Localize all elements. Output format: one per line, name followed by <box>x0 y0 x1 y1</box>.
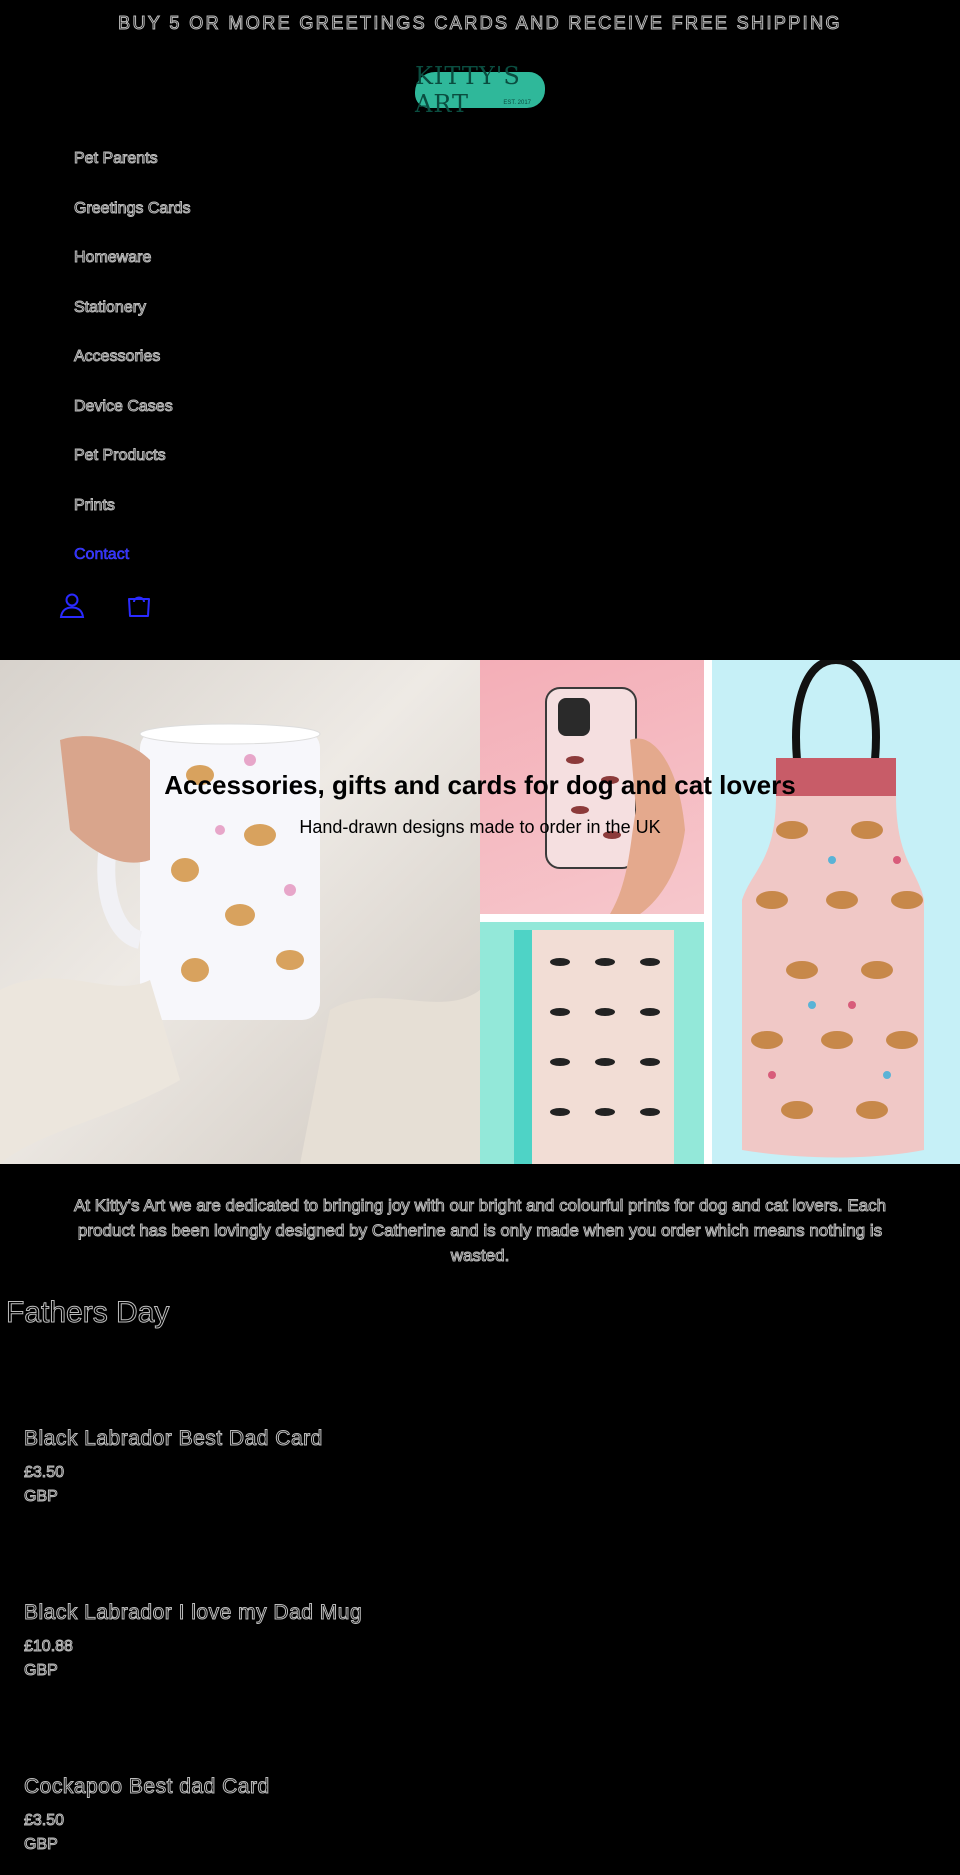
product-card[interactable]: Black Labrador Best Dad Card £3.50 GBP <box>24 1427 624 1509</box>
notebook-photo <box>480 922 704 1164</box>
product-title[interactable]: Black Labrador I love my Dad Mug <box>24 1601 624 1625</box>
hero-banner <box>0 660 960 1164</box>
cart-button[interactable] <box>125 591 153 619</box>
price-amount: £10.88 <box>24 1638 74 1656</box>
logo-tagline: EST. 2017 <box>503 100 531 106</box>
price-amount: £3.50 <box>24 1464 65 1482</box>
nav-item-contact[interactable]: Contact <box>74 530 474 580</box>
price-amount: £3.50 <box>24 1812 65 1830</box>
nav-item-greetings-cards[interactable]: Greetings Cards <box>74 184 474 234</box>
nav-item-pet-products[interactable]: Pet Products <box>74 431 474 481</box>
announcement-bar: BUY 5 OR MORE GREETINGS CARDS AND RECEIV… <box>118 12 842 33</box>
product-price: £3.50 GBP <box>24 1809 624 1857</box>
site-logo[interactable]: KITTY'S ART EST. 2017 <box>415 62 545 118</box>
account-icon <box>59 593 85 618</box>
nav-item-device-cases[interactable]: Device Cases <box>74 382 474 432</box>
product-title[interactable]: Cockapoo Best dad Card <box>24 1775 624 1799</box>
collection-title: Fathers Day <box>5 1296 170 1330</box>
product-price: £10.88 GBP <box>24 1635 624 1683</box>
account-button[interactable] <box>58 591 86 619</box>
main-nav: Pet Parents Greetings Cards Homeware Sta… <box>74 134 474 580</box>
product-card[interactable]: Black Labrador I love my Dad Mug £10.88 … <box>24 1601 624 1683</box>
price-currency: GBP <box>24 1488 59 1506</box>
product-price: £3.50 GBP <box>24 1461 624 1509</box>
nav-item-homeware[interactable]: Homeware <box>74 233 474 283</box>
product-title[interactable]: Black Labrador Best Dad Card <box>24 1427 624 1451</box>
hero-subtitle: Hand-drawn designs made to order in the … <box>299 817 661 837</box>
nav-item-prints[interactable]: Prints <box>74 481 474 531</box>
hero-title: Accessories, gifts and cards for dog and… <box>164 770 796 800</box>
price-currency: GBP <box>24 1662 59 1680</box>
bag-icon <box>128 596 150 617</box>
logo-text: KITTY'S ART <box>415 62 521 118</box>
nav-item-accessories[interactable]: Accessories <box>74 332 474 382</box>
intro-text: At Kitty's Art we are dedicated to bring… <box>73 1196 887 1266</box>
product-card[interactable]: Cockapoo Best dad Card £3.50 GBP <box>24 1775 624 1857</box>
nav-item-stationery[interactable]: Stationery <box>74 283 474 333</box>
mug-photo <box>0 660 480 1164</box>
nav-item-pet-parents[interactable]: Pet Parents <box>74 134 474 184</box>
apron-photo <box>712 660 960 1164</box>
price-currency: GBP <box>24 1836 59 1854</box>
